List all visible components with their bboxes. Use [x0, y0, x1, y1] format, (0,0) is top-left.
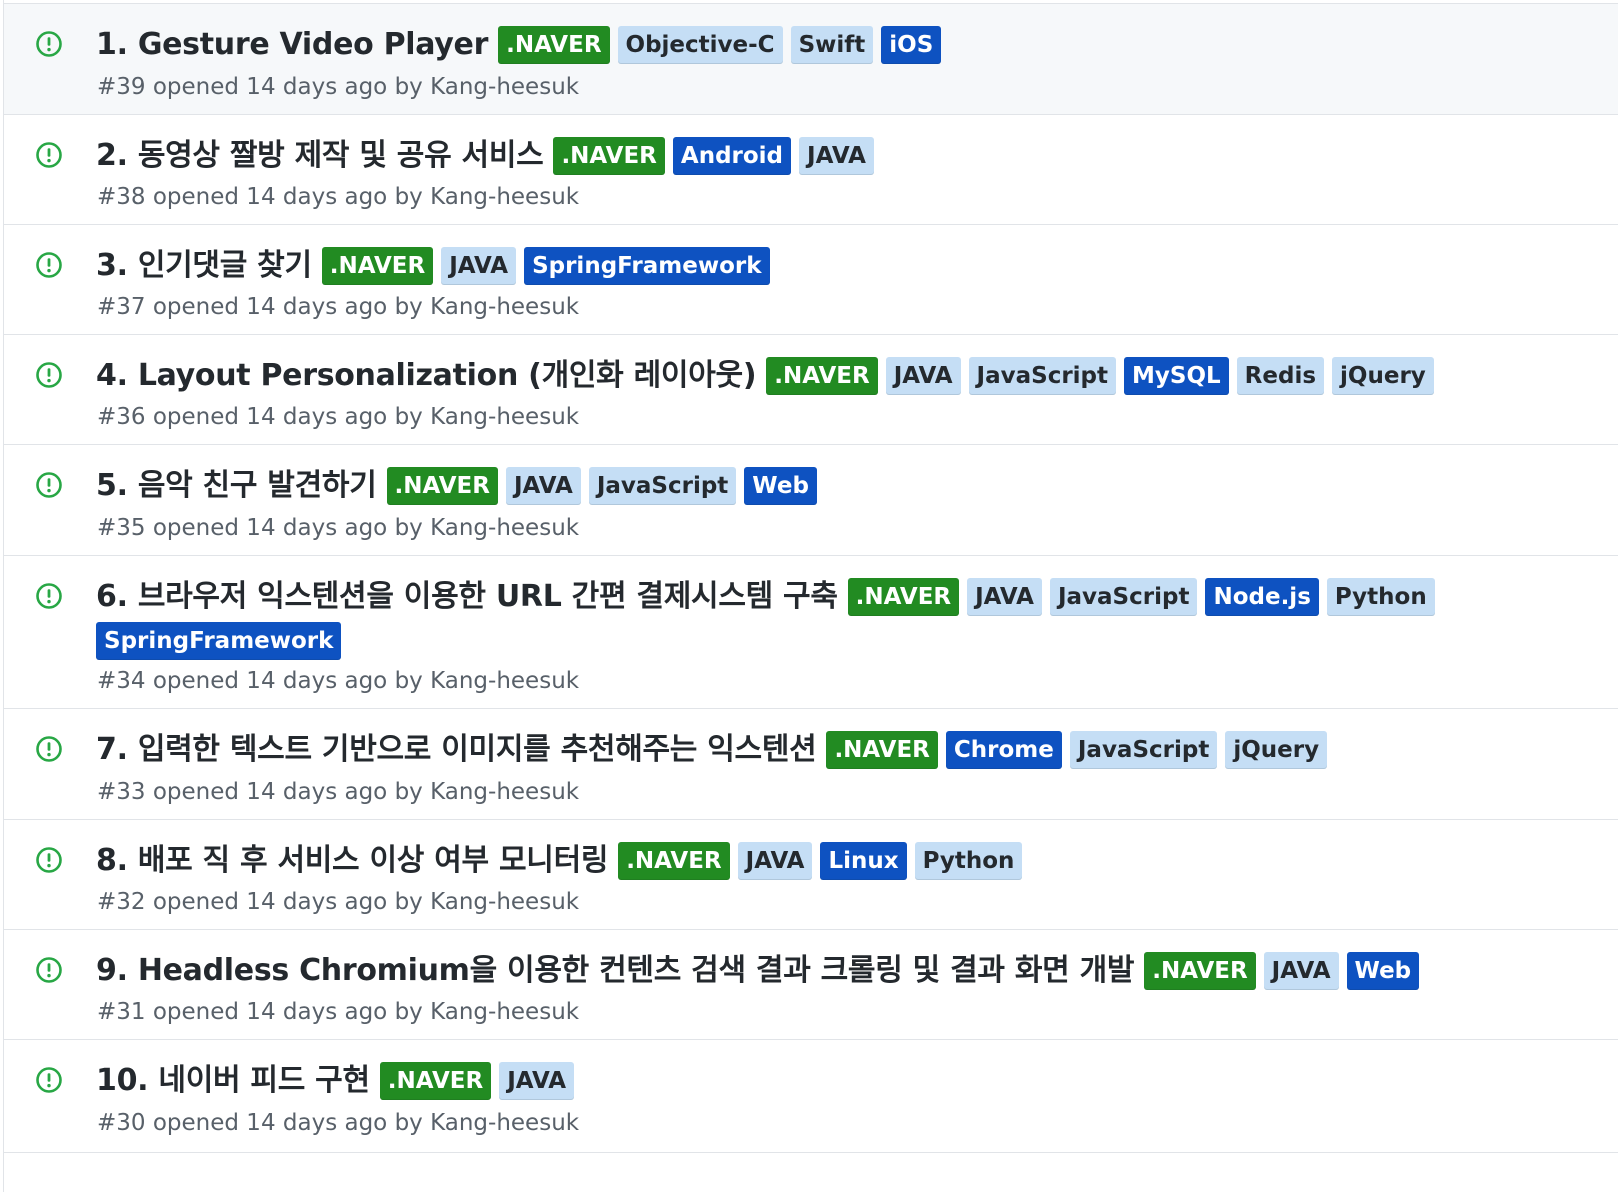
issue-title-link[interactable]: 4. Layout Personalization (개인화 레이아웃): [96, 357, 757, 395]
issue-row-9[interactable]: 9. Headless Chromium을 이용한 컨텐츠 검색 결과 크롤링 …: [4, 929, 1618, 1039]
label-naver[interactable]: .NAVER: [553, 137, 665, 175]
issue-meta: #31 opened 14 days ago by Kang-heesuk: [97, 999, 580, 1025]
label-chrome[interactable]: Chrome: [945, 731, 1062, 769]
issue-row-8[interactable]: 8. 배포 직 후 서비스 이상 여부 모니터링 .NAVER JAVA Linux…: [4, 819, 1618, 929]
label-java[interactable]: JAVA: [441, 247, 517, 285]
issue-opened-icon: [35, 735, 63, 763]
issue-title-line: 4. Layout Personalization (개인화 레이아웃) .NA…: [96, 357, 1479, 395]
label-naver[interactable]: .NAVER: [321, 247, 434, 285]
label-javascript[interactable]: JavaScript: [588, 467, 737, 505]
issue-title-line: 3. 인기댓글 찾기 .NAVER JAVA SpringFramework: [96, 247, 1479, 285]
issue-opened-icon: [35, 956, 63, 984]
label-javascript[interactable]: JavaScript: [968, 357, 1117, 395]
label-objective-c[interactable]: Objective-C: [617, 26, 783, 64]
issue-title-link[interactable]: 1. Gesture Video Player: [96, 26, 488, 64]
issue-row-2[interactable]: 2. 동영상 짤방 제작 및 공유 서비스 .NAVER Android JAVA …: [4, 114, 1618, 224]
issue-row-5[interactable]: 5. 음악 친구 발견하기 .NAVER JAVA JavaScript Web #3…: [4, 444, 1618, 555]
issue-row-10[interactable]: 10. 네이버 피드 구현 .NAVER JAVA #30 opened 14 d…: [4, 1039, 1618, 1153]
issue-row-6[interactable]: 6. 브라우저 익스텐션을 이용한 URL 간편 결제시스템 구축 .NAVER…: [4, 555, 1618, 708]
issue-title-link[interactable]: 8. 배포 직 후 서비스 이상 여부 모니터링: [96, 842, 608, 880]
issue-title-line: 8. 배포 직 후 서비스 이상 여부 모니터링 .NAVER JAVA Linux…: [96, 842, 1479, 880]
label-naver[interactable]: .NAVER: [498, 26, 610, 64]
issue-meta: #38 opened 14 days ago by Kang-heesuk: [97, 184, 580, 210]
issue-title-link[interactable]: 2. 동영상 짤방 제작 및 공유 서비스: [96, 137, 544, 175]
issue-opened-icon: [35, 141, 63, 169]
issue-meta: #39 opened 14 days ago by Kang-heesuk: [97, 74, 580, 100]
label-java[interactable]: JAVA: [967, 578, 1042, 616]
label-javascript[interactable]: JavaScript: [1049, 578, 1198, 616]
label-naver[interactable]: .NAVER: [386, 467, 498, 505]
label-redis[interactable]: Redis: [1236, 357, 1325, 395]
issue-meta: #34 opened 14 days ago by Kang-heesuk: [97, 668, 580, 694]
label-naver[interactable]: .NAVER: [1144, 952, 1256, 990]
label-mysql[interactable]: MySQL: [1124, 357, 1229, 395]
label-python[interactable]: Python: [914, 842, 1023, 880]
issue-meta: #30 opened 14 days ago by Kang-heesuk: [97, 1110, 580, 1136]
issue-row-4[interactable]: 4. Layout Personalization (개인화 레이아웃) .NA…: [4, 334, 1618, 444]
issue-list: 1. Gesture Video Player .NAVER Objective-…: [3, 0, 1618, 1192]
issue-title-line: 2. 동영상 짤방 제작 및 공유 서비스 .NAVER Android JAVA: [96, 137, 1479, 175]
label-java[interactable]: JAVA: [885, 357, 961, 395]
issue-opened-icon: [35, 30, 63, 58]
issue-row-7[interactable]: 7. 입력한 텍스트 기반으로 이미지를 추천해주는 익스텐션 .NAVER Ch…: [4, 708, 1618, 819]
issue-opened-icon: [35, 582, 63, 610]
issue-meta: #36 opened 14 days ago by Kang-heesuk: [97, 404, 580, 430]
issue-title-link[interactable]: 10. 네이버 피드 구현: [96, 1062, 370, 1100]
label-web[interactable]: Web: [744, 467, 817, 505]
label-springframework[interactable]: SpringFramework: [524, 247, 770, 285]
issue-opened-icon: [35, 251, 63, 279]
label-jquery[interactable]: jQuery: [1332, 357, 1434, 395]
label-web[interactable]: Web: [1346, 952, 1420, 990]
label-javascript[interactable]: JavaScript: [1069, 731, 1218, 769]
issue-title-line: 6. 브라우저 익스텐션을 이용한 URL 간편 결제시스템 구축 .NAVER…: [96, 578, 1479, 660]
label-java[interactable]: JAVA: [799, 137, 874, 175]
label-naver[interactable]: .NAVER: [766, 357, 878, 395]
issue-title-link[interactable]: 9. Headless Chromium을 이용한 컨텐츠 검색 결과 크롤링 …: [96, 952, 1135, 990]
label-java[interactable]: JAVA: [1263, 952, 1339, 990]
issue-opened-icon: [35, 471, 63, 499]
issue-opened-icon: [35, 1066, 63, 1094]
issue-meta: #32 opened 14 days ago by Kang-heesuk: [97, 889, 580, 915]
issue-title-line: 7. 입력한 텍스트 기반으로 이미지를 추천해주는 익스텐션 .NAVER Ch…: [96, 731, 1479, 769]
issue-meta: #37 opened 14 days ago by Kang-heesuk: [97, 294, 580, 320]
issue-title-line: 1. Gesture Video Player .NAVER Objective-…: [96, 26, 1479, 64]
label-java[interactable]: JAVA: [499, 1062, 575, 1100]
label-ios[interactable]: iOS: [881, 26, 942, 64]
label-naver[interactable]: .NAVER: [826, 731, 938, 769]
issue-meta: #33 opened 14 days ago by Kang-heesuk: [97, 779, 580, 805]
issue-row-1[interactable]: 1. Gesture Video Player .NAVER Objective-…: [4, 3, 1618, 114]
issue-opened-icon: [35, 846, 63, 874]
label-linux[interactable]: Linux: [820, 842, 907, 880]
issue-opened-icon: [35, 361, 63, 389]
issue-meta: #35 opened 14 days ago by Kang-heesuk: [97, 515, 580, 541]
issue-row-3[interactable]: 3. 인기댓글 찾기 .NAVER JAVA SpringFramework #37…: [4, 224, 1618, 334]
label-java[interactable]: JAVA: [505, 467, 581, 505]
issue-title-line: 10. 네이버 피드 구현 .NAVER JAVA: [96, 1062, 1479, 1100]
issue-title-link[interactable]: 7. 입력한 텍스트 기반으로 이미지를 추천해주는 익스텐션: [96, 731, 817, 769]
label-jquery[interactable]: jQuery: [1225, 731, 1328, 769]
issue-title-line: 5. 음악 친구 발견하기 .NAVER JAVA JavaScript Web: [96, 467, 1479, 505]
label-python[interactable]: Python: [1326, 578, 1435, 616]
label-swift[interactable]: Swift: [790, 26, 874, 64]
issue-title-link[interactable]: 5. 음악 친구 발견하기: [96, 467, 377, 505]
label-springframework[interactable]: SpringFramework: [96, 622, 342, 660]
label-android[interactable]: Android: [672, 137, 792, 175]
label-java[interactable]: JAVA: [737, 842, 813, 880]
issue-title-link[interactable]: 6. 브라우저 익스텐션을 이용한 URL 간편 결제시스템 구축: [96, 578, 838, 616]
issue-title-link[interactable]: 3. 인기댓글 찾기: [96, 247, 312, 285]
issue-title-line: 9. Headless Chromium을 이용한 컨텐츠 검색 결과 크롤링 …: [96, 952, 1479, 990]
label-naver[interactable]: .NAVER: [379, 1062, 492, 1100]
label-naver[interactable]: .NAVER: [618, 842, 730, 880]
label-node-js[interactable]: Node.js: [1205, 578, 1319, 616]
label-naver[interactable]: .NAVER: [847, 578, 960, 616]
